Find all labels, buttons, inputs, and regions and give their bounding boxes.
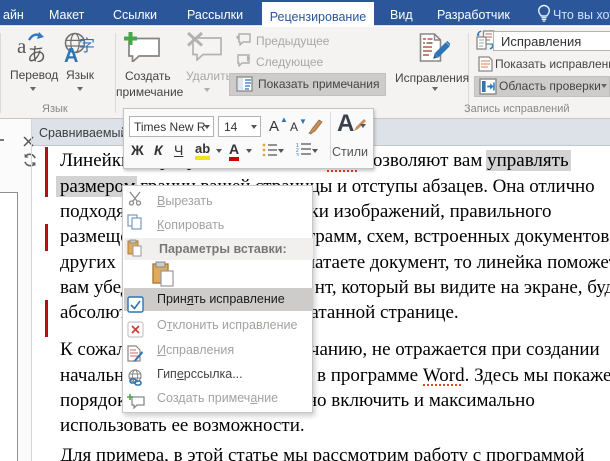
svg-text:3: 3 (296, 153, 299, 156)
svg-text:字: 字 (79, 37, 95, 55)
svg-text:あ: あ (27, 45, 46, 62)
svg-text:a: a (17, 34, 27, 58)
svg-text:A: A (64, 45, 78, 63)
